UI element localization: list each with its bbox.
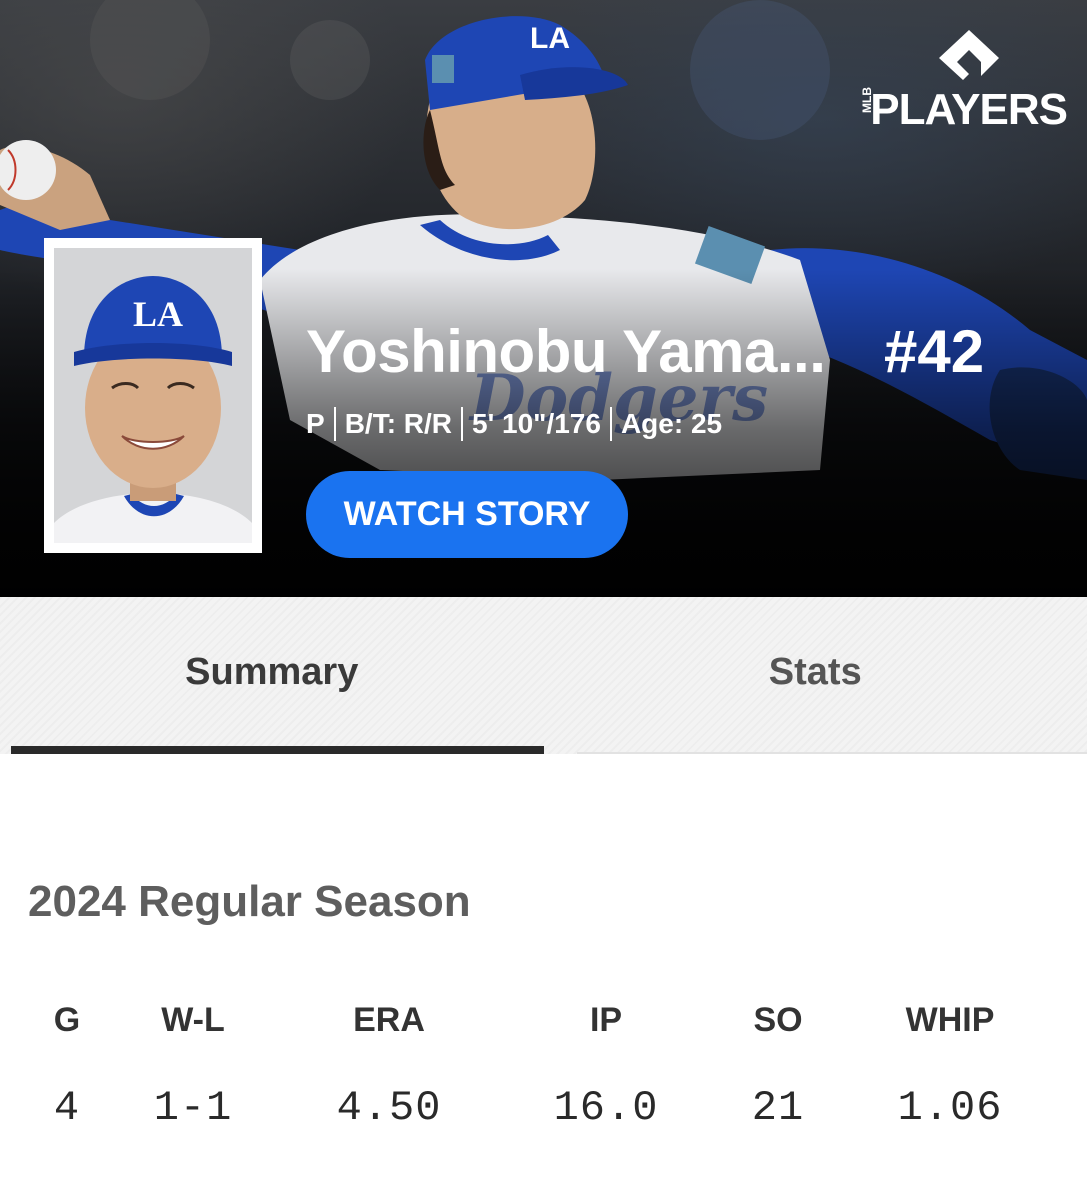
tab-summary-label: Summary (185, 651, 359, 693)
stat-whip: WHIP 1.06 (870, 998, 1030, 1134)
meta-divider (461, 407, 464, 441)
players-logo-text: PLAYERS (870, 85, 1068, 134)
player-bats-throws: B/T: R/R (344, 408, 453, 439)
tab-bar-divider (577, 752, 1087, 754)
stat-innings-pitched: IP 16.0 (526, 998, 686, 1134)
player-age: Age: 25 (620, 408, 723, 439)
cap-logo: LA (133, 294, 183, 334)
meta-divider (609, 407, 612, 441)
stat-label: WHIP (905, 1001, 995, 1039)
mlb-players-logo: MLB PLAYERS (860, 28, 1068, 138)
player-meta: P B/T: R/R 5' 10"/176 Age: 25 (306, 404, 722, 444)
player-position: P (306, 408, 325, 439)
headshot-photo: LA (54, 248, 252, 543)
watch-story-button[interactable]: WATCH STORY (306, 471, 628, 558)
stat-value: 4.50 (336, 1084, 442, 1132)
stat-strikeouts: SO 21 (698, 998, 858, 1134)
season-title: 2024 Regular Season (28, 877, 471, 926)
player-name: Yoshinobu Yama... (306, 318, 826, 385)
player-number: #42 (884, 318, 985, 385)
tab-bar: Summary Stats (0, 597, 1087, 754)
active-tab-indicator (11, 746, 544, 754)
meta-divider (333, 407, 336, 441)
stat-label: W-L (161, 1001, 225, 1039)
stat-value: 16.0 (553, 1084, 659, 1132)
stat-era: ERA 4.50 (309, 998, 469, 1134)
tab-stats[interactable]: Stats (544, 597, 1087, 754)
tab-stats-label: Stats (768, 651, 862, 693)
stat-label: IP (589, 1001, 623, 1039)
tab-summary[interactable]: Summary (0, 597, 544, 754)
stat-value: 1-1 (153, 1084, 233, 1132)
player-hero: Dodgers LA MLB PLAYERS (0, 0, 1087, 597)
mlbpa-diamond-icon (939, 30, 999, 80)
stat-label: SO (753, 1001, 803, 1039)
stat-win-loss: W-L 1-1 (113, 998, 273, 1134)
stat-value: 21 (751, 1084, 805, 1132)
stat-label: ERA (353, 1001, 425, 1039)
stat-value: 1.06 (897, 1084, 1003, 1132)
player-height-weight: 5' 10"/176 (472, 408, 601, 439)
player-headshot: LA (44, 238, 262, 553)
